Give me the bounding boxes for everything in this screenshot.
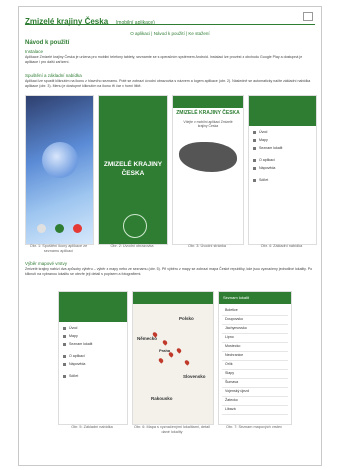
install-label: Instalace xyxy=(25,49,44,54)
splash-title-line2: ČESKA xyxy=(121,170,145,177)
splash-title: ZMIZELÉ KRAJINY ČESKA xyxy=(99,160,167,178)
list-icon xyxy=(253,146,256,150)
window-icon[interactable] xyxy=(303,12,313,21)
splash-logo-icon xyxy=(123,214,147,238)
map-label-polsko: Polsko xyxy=(179,316,194,321)
help-icon xyxy=(63,362,66,366)
screenshot-app-home: ZMIZELÉ KRAJINY ČESKA Vítejte v mobilní … xyxy=(172,95,244,245)
info-icon xyxy=(63,354,66,358)
list-item[interactable]: Libavá xyxy=(222,405,288,415)
drawer-item-label: O aplikaci xyxy=(259,158,275,162)
drawer-item-label: O aplikaci xyxy=(69,354,85,358)
share-icon xyxy=(63,374,66,378)
drawer-item-share[interactable]: Sdílet xyxy=(253,178,268,183)
drawer-header xyxy=(249,96,316,126)
drawer-item-uvod[interactable]: Úvod xyxy=(253,130,267,135)
app-toolbar xyxy=(173,96,243,108)
map-icon xyxy=(63,334,66,338)
app-dock xyxy=(32,222,87,234)
drawer-item-label: Mapy xyxy=(69,334,78,338)
drawer-item-seznam[interactable]: Seznam lokalit xyxy=(63,342,92,347)
youtube-app-icon[interactable] xyxy=(73,223,83,233)
drawer-item-mapy[interactable]: Mapy xyxy=(63,334,78,339)
figure-caption-3: Obr. 3: Úvodní stránka xyxy=(188,244,226,248)
home-icon xyxy=(63,326,66,330)
screenshot-drawer-2: Úvod Mapy Seznam lokalit O aplikaci Nápo… xyxy=(58,291,128,425)
header-divider xyxy=(25,24,315,25)
map-pin[interactable] xyxy=(175,347,183,354)
screenshot-drawer: Úvod Mapy Seznam lokalit O aplikaci Nápo… xyxy=(248,95,317,245)
home-icon xyxy=(253,130,256,134)
page-header: Zmizelé krajiny Česka (mobilní aplikace) xyxy=(25,11,315,26)
drawer-item-help[interactable]: Nápověda xyxy=(63,362,85,367)
phone-app-icon[interactable] xyxy=(36,223,46,233)
app-intro: Vítejte v mobilní aplikaci Zmizelé kraji… xyxy=(183,120,233,128)
screenshot-map: Polsko Německo Praha Slovensko Rakousko xyxy=(132,291,214,425)
drawer-header xyxy=(59,292,127,322)
help-icon xyxy=(253,166,256,170)
share-icon xyxy=(253,178,256,182)
page-frame: Zmizelé krajiny Česka (mobilní aplikace)… xyxy=(18,6,322,466)
drawer-item-label: Úvod xyxy=(69,326,78,330)
map-label-slovensko: Slovensko xyxy=(183,374,206,379)
map-pin[interactable] xyxy=(157,357,165,364)
guide-heading: Návod k použití xyxy=(25,40,70,46)
drawer-item-label: Nápověda xyxy=(259,166,276,170)
screenshot-home xyxy=(25,95,94,245)
drawer-item-share[interactable]: Sdílet xyxy=(63,374,78,379)
map-icon xyxy=(253,138,256,142)
drawer-item-seznam[interactable]: Seznam lokalit xyxy=(253,146,282,151)
drawer-item-help[interactable]: Nápověda xyxy=(253,166,275,171)
figure-caption-7: Obr. 7: Seznam mapových vrstev xyxy=(226,425,282,429)
section2-label: Výběr mapové vrstvy xyxy=(25,261,68,266)
drawer-item-mapy[interactable]: Mapy xyxy=(253,138,268,143)
splash-title-line1: ZMIZELÉ KRAJINY xyxy=(103,161,163,168)
drawer-item-label: Seznam lokalit xyxy=(69,342,93,346)
drawer-item-label: Úvod xyxy=(259,130,268,134)
map-pin[interactable] xyxy=(183,359,191,366)
drawer-item-label: Mapy xyxy=(259,138,268,142)
map-pin[interactable] xyxy=(161,339,169,346)
section2-text: Zmizelé krajiny nabízí dva způsoby výběr… xyxy=(25,267,313,277)
zmizele-app-icon[interactable] xyxy=(54,223,64,233)
app-toolbar xyxy=(133,292,213,304)
figure-caption-2: Obr. 2: Úvodní obrazovka xyxy=(110,244,154,248)
drawer-item-label: Sdílet xyxy=(69,374,79,378)
wallpaper-orb xyxy=(42,142,78,178)
drawer-item-uvod[interactable]: Úvod xyxy=(63,326,77,331)
install-text: Aplikace Zmizelé krajiny Česka je určena… xyxy=(25,55,303,65)
figure-caption-5: Obr. 5: Základní nabídka xyxy=(71,425,113,429)
drawer-item-label: Nápověda xyxy=(69,362,86,366)
nav-links[interactable]: O aplikaci | Návod k použití | Ke stažen… xyxy=(19,31,321,36)
figure-caption-6: Obr. 6: Mapa s vyznačenými lokalitami, d… xyxy=(134,425,210,434)
map-pin[interactable] xyxy=(167,351,175,358)
page-subtitle: (mobilní aplikace) xyxy=(115,20,155,26)
list-heading: Seznam lokalit xyxy=(223,295,250,300)
figure-caption-1: Obr. 1: Spuštění ikony aplikace ze sezna… xyxy=(29,244,88,253)
figure-caption-4: Obr. 4: Základní nabídka xyxy=(260,244,303,248)
info-icon xyxy=(253,158,256,162)
screenshot-splash: ZMIZELÉ KRAJINY ČESKA xyxy=(98,95,168,245)
section1-label: Spuštění a základní nabídka xyxy=(25,73,82,78)
drawer-item-label: Sdílet xyxy=(259,178,269,182)
list-icon xyxy=(63,342,66,346)
drawer-item-about[interactable]: O aplikaci xyxy=(253,158,275,163)
app-title: ZMIZELÉ KRAJINY ČESKA xyxy=(176,110,240,116)
drawer-item-label: Seznam lokalit xyxy=(259,146,283,150)
czech-map-silhouette xyxy=(179,142,237,172)
drawer-item-about[interactable]: O aplikaci xyxy=(63,354,85,359)
map-label-rakousko: Rakousko xyxy=(151,396,173,401)
section1-text: Aplikaci lze spustit kliknutím na ikonu … xyxy=(25,79,311,89)
screenshot-list: Seznam lokalit Boletice Doupovsko Jáchym… xyxy=(218,291,292,425)
